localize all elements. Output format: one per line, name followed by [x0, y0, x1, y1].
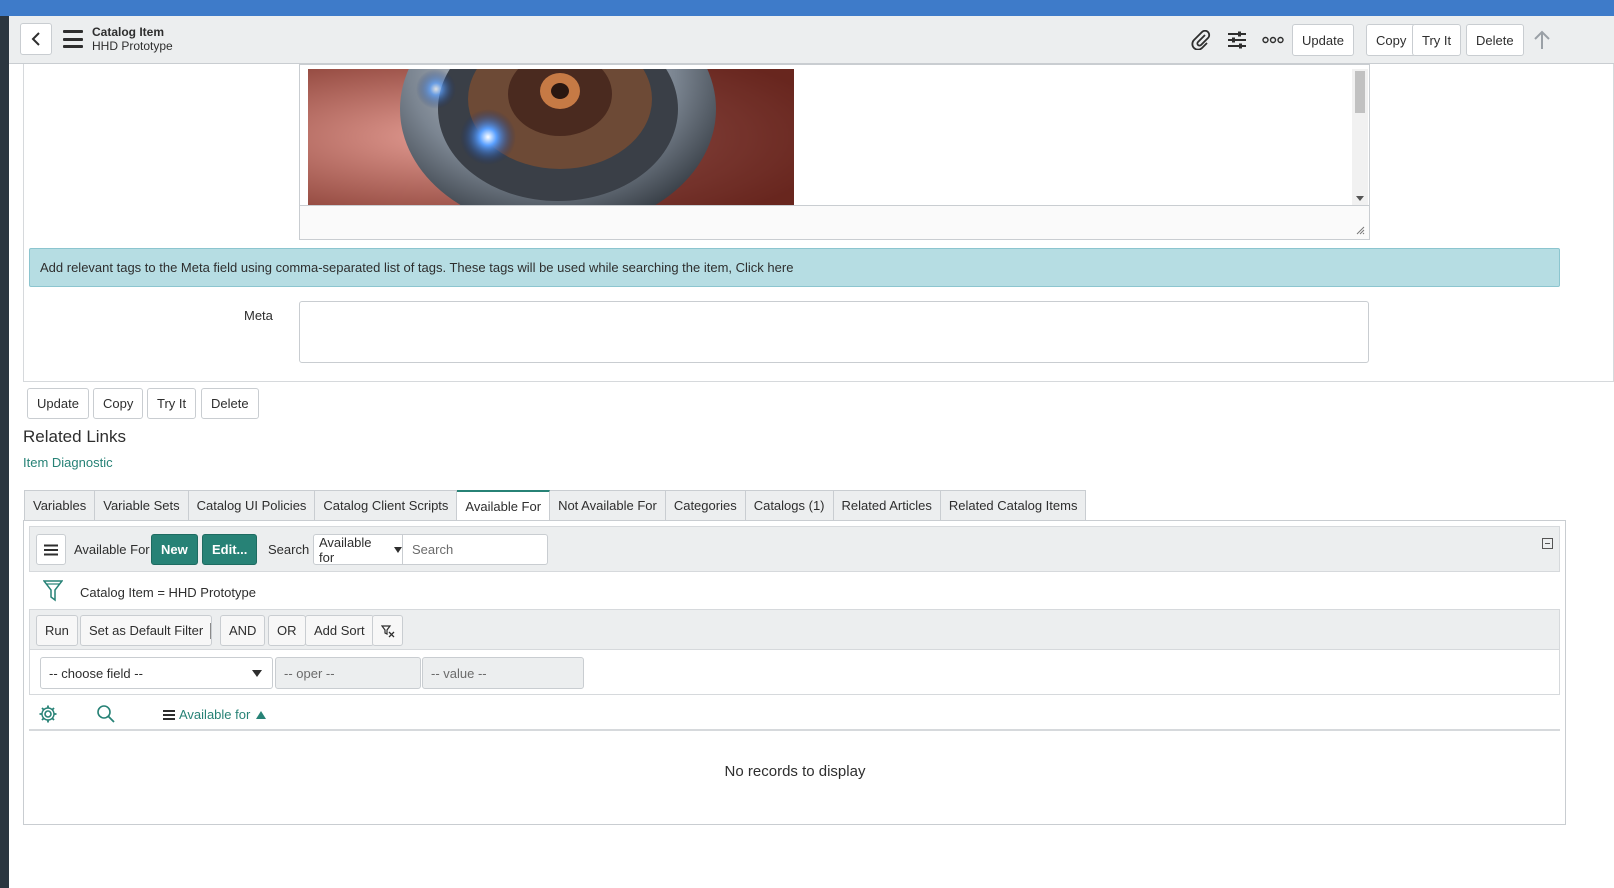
menu-icon[interactable] [63, 30, 83, 48]
tab-catalog-ui-policies[interactable]: Catalog UI Policies [188, 490, 316, 521]
clear-filter-button[interactable] [372, 615, 403, 646]
tab-available-for[interactable]: Available For [457, 490, 551, 521]
new-button[interactable]: New [151, 534, 198, 565]
editor-scrollbar[interactable] [1352, 69, 1368, 205]
more-icon[interactable] [1261, 28, 1285, 52]
and-button[interactable]: AND [220, 615, 266, 646]
search-input[interactable] [402, 534, 548, 565]
description-editor[interactable] [299, 64, 1370, 240]
tab-related-catalog-items[interactable]: Related Catalog Items [940, 490, 1087, 521]
update-button[interactable]: Update [27, 388, 89, 419]
run-button[interactable]: Run [36, 615, 78, 646]
column-menu-icon[interactable] [163, 709, 175, 720]
header-copy-button[interactable]: Copy [1366, 24, 1417, 56]
gear-icon[interactable] [38, 704, 58, 724]
scroll-down-icon[interactable] [1356, 196, 1364, 201]
empty-list-message: No records to display [724, 763, 866, 780]
set-default-filter-button[interactable]: Set as Default Filter [80, 615, 213, 646]
filter-funnel-icon[interactable] [43, 580, 63, 602]
search-icon[interactable] [96, 704, 116, 724]
filter-separator [210, 623, 211, 639]
breadcrumb: Catalog Item = HHD Prototype [29, 576, 1560, 608]
choose-field-select[interactable]: -- choose field -- [40, 657, 273, 689]
or-button[interactable]: OR [268, 615, 306, 646]
scroll-up-icon[interactable] [1530, 28, 1554, 52]
add-sort-button[interactable]: Add Sort [305, 615, 374, 646]
column-available-for[interactable]: Available for [163, 707, 267, 722]
tab-variables[interactable]: Variables [24, 490, 96, 521]
search-field-value: Available for [319, 534, 372, 565]
value-field[interactable]: -- value -- [422, 657, 584, 689]
sliders-icon[interactable] [1225, 28, 1249, 52]
header-try-it-button[interactable]: Try It [1412, 24, 1462, 56]
list-title: Available For [74, 542, 150, 557]
header-update-button[interactable]: Update [1292, 24, 1354, 56]
tab-catalog-client-scripts[interactable]: Catalog Client Scripts [315, 490, 458, 521]
filter-condition-row: -- choose field -- -- oper -- -- value -… [29, 650, 1560, 695]
tab-variable-sets[interactable]: Variable Sets [95, 490, 189, 521]
info-message[interactable]: Add relevant tags to the Meta field usin… [29, 248, 1560, 287]
tab-catalogs[interactable]: Catalogs (1) [745, 490, 834, 521]
list-column-header: Available for [29, 699, 1560, 731]
search-field-select[interactable]: Available for [313, 534, 403, 565]
chevron-down-icon [252, 670, 262, 677]
related-links-title: Related Links [23, 427, 127, 446]
top-banner [0, 0, 1614, 16]
collapse-icon[interactable] [1542, 538, 1553, 549]
left-window-edge [0, 16, 9, 888]
chevron-down-icon [394, 546, 402, 553]
back-button[interactable] [20, 23, 52, 55]
delete-button[interactable]: Delete [201, 388, 259, 419]
search-label: Search [268, 542, 310, 557]
edit-button[interactable]: Edit... [202, 534, 258, 565]
item-diagnostic-link[interactable]: Item Diagnostic [23, 455, 113, 470]
record-type: Catalog Item [92, 25, 165, 39]
paperclip-icon[interactable] [1189, 28, 1213, 52]
record-name: HHD Prototype [92, 39, 173, 53]
tab-not-available-for[interactable]: Not Available For [550, 490, 666, 521]
choose-field-value: -- choose field -- [49, 665, 143, 681]
column-label: Available for [179, 707, 251, 722]
try-it-button[interactable]: Try It [147, 388, 197, 419]
form-header: Catalog Item HHD Prototype Update Copy T… [9, 16, 1614, 64]
breadcrumb-condition[interactable]: Catalog Item = HHD Prototype [80, 585, 256, 600]
tab-related-articles[interactable]: Related Articles [833, 490, 941, 521]
meta-label: Meta [244, 308, 273, 323]
embedded-image [308, 69, 794, 205]
header-delete-button[interactable]: Delete [1466, 24, 1524, 56]
resize-grip-icon[interactable] [1356, 226, 1365, 235]
sort-ascending-icon [256, 710, 267, 719]
related-list-tabs: Variables Variable Sets Catalog UI Polic… [24, 490, 1087, 521]
list-menu-icon [44, 544, 58, 555]
meta-field[interactable] [299, 301, 1369, 363]
list-header: Available For New Edit... Search Availab… [29, 526, 1560, 572]
copy-button[interactable]: Copy [93, 388, 144, 419]
operator-select[interactable]: -- oper -- [275, 657, 421, 689]
clear-filter-icon [380, 624, 394, 637]
editor-statusbar [300, 205, 1369, 239]
tab-categories[interactable]: Categories [665, 490, 746, 521]
list-menu-button[interactable] [36, 534, 66, 565]
filter-toolbar: Run Set as Default Filter AND OR Add Sor… [29, 609, 1560, 650]
back-arrow-icon [31, 32, 40, 46]
